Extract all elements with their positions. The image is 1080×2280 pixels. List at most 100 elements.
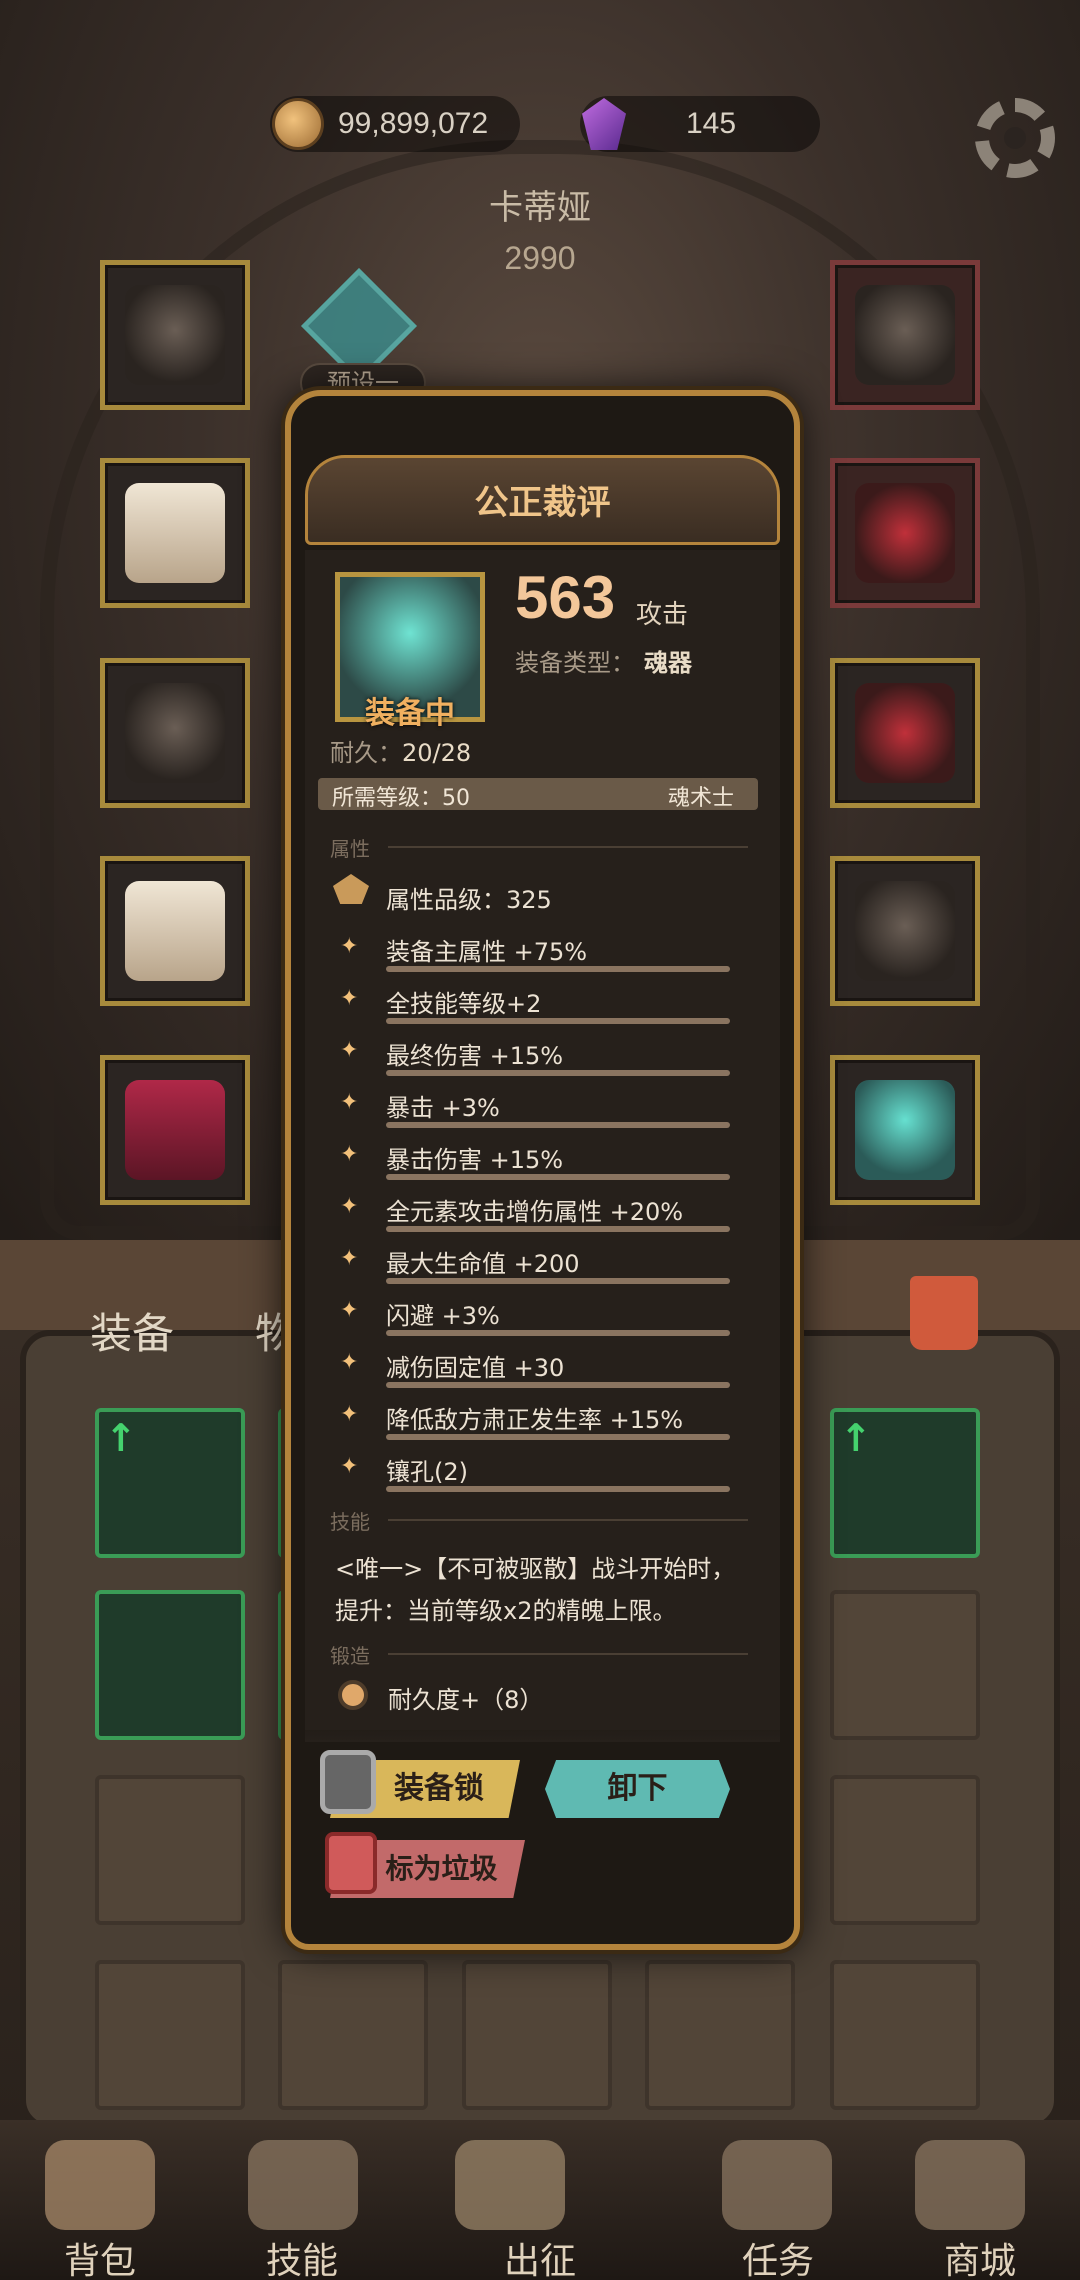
durability: 耐久：20/28 — [330, 733, 471, 768]
inventory-slot[interactable] — [462, 1960, 612, 2110]
scroll-fade — [305, 1712, 780, 1742]
attribute-row: ✦ 全元素攻击增伤属性 +20% — [340, 1192, 760, 1244]
attribute-text: 最终伤害 +15% — [386, 1042, 564, 1070]
star-icon: ✦ — [340, 1090, 359, 1115]
gold-counter[interactable]: 99,899,072 — [270, 96, 520, 152]
attribute-row: ✦ 装备主属性 +75% — [340, 932, 760, 984]
divider — [388, 1653, 748, 1655]
attribute-bar — [386, 1018, 730, 1024]
inventory-slot[interactable] — [830, 1960, 980, 2110]
skills-icon — [248, 2140, 358, 2230]
equip-slot-amulet[interactable] — [830, 260, 980, 410]
attribute-row: ✦ 暴击伤害 +15% — [340, 1140, 760, 1192]
shop-icon — [915, 2140, 1025, 2230]
item-type-value: 魂器 — [644, 649, 692, 677]
gem-counter[interactable]: 145 — [580, 96, 820, 152]
attribute-bar — [386, 966, 730, 972]
tab-equipment[interactable]: 装备 — [90, 1300, 174, 1361]
attribute-text: 镶孔(2) — [386, 1458, 468, 1486]
attribute-grade: 属性品级：325 — [386, 886, 552, 914]
coin-icon — [272, 98, 324, 150]
section-forge: 锻造 — [330, 1644, 370, 1668]
bracelet-icon — [855, 683, 955, 783]
star-icon: ✦ — [340, 1038, 359, 1063]
lock-icon — [320, 1750, 376, 1814]
attribute-bar — [386, 1486, 730, 1492]
gloves-icon — [125, 683, 225, 783]
inventory-slot[interactable] — [95, 1775, 245, 1925]
section-attributes: 属性 — [330, 837, 370, 861]
attribute-bar — [386, 1278, 730, 1284]
required-level: 所需等级：50 — [332, 786, 470, 811]
attribute-bar — [386, 1434, 730, 1440]
star-icon: ✦ — [340, 1298, 359, 1323]
inventory-slot[interactable] — [95, 1590, 245, 1740]
equip-slot-weapon[interactable] — [830, 856, 980, 1006]
star-icon: ✦ — [340, 1454, 359, 1479]
required-class: 魂术士 — [668, 786, 735, 811]
divider — [388, 1519, 748, 1521]
gear-icon[interactable] — [975, 98, 1055, 178]
attribute-row: ✦ 镶孔(2) — [340, 1452, 760, 1504]
equip-slot-gloves[interactable] — [100, 658, 250, 808]
inventory-slot[interactable] — [830, 1590, 980, 1740]
gem-value: 145 — [686, 107, 737, 140]
attribute-text: 暴击 +3% — [386, 1094, 500, 1122]
nav-bag[interactable]: 背包 — [30, 2232, 170, 2280]
attribute-bar — [386, 1382, 730, 1388]
inventory-slot[interactable]: ↑ — [95, 1408, 245, 1558]
star-icon: ✦ — [340, 934, 359, 959]
weapon-icon — [855, 881, 955, 981]
amulet-icon — [855, 285, 955, 385]
armor-icon — [125, 483, 225, 583]
star-icon: ✦ — [340, 1350, 359, 1375]
quests-icon — [722, 2140, 832, 2230]
attribute-row: ✦ 暴击 +3% — [340, 1088, 760, 1140]
attribute-text: 闪避 +3% — [386, 1302, 500, 1330]
nav-skills[interactable]: 技能 — [232, 2232, 372, 2280]
equip-slot-ring[interactable] — [830, 458, 980, 608]
equipped-label: 装备中 — [365, 696, 455, 731]
star-icon: ✦ — [340, 1142, 359, 1167]
attribute-text: 装备主属性 +75% — [386, 938, 588, 966]
attribute-row: ✦ 闪避 +3% — [340, 1296, 760, 1348]
attribute-text: 暴击伤害 +15% — [386, 1146, 564, 1174]
nav-expedition[interactable]: 出征 — [470, 2232, 610, 2280]
gold-value: 99,899,072 — [338, 107, 489, 140]
attribute-bar — [386, 1122, 730, 1128]
helmet-icon — [125, 285, 225, 385]
equip-slot-helmet[interactable] — [100, 260, 250, 410]
inventory-slot[interactable] — [830, 1775, 980, 1925]
attribute-row: ✦ 最大生命值 +200 — [340, 1244, 760, 1296]
inventory-slot[interactable] — [278, 1960, 428, 2110]
attribute-bar — [386, 1226, 730, 1232]
inventory-slot[interactable]: ↑ — [830, 1408, 980, 1558]
attribute-row: ✦ 全技能等级+2 — [340, 984, 760, 1036]
unequip-button[interactable]: 卸下 — [545, 1760, 730, 1818]
equip-slot-bracelet[interactable] — [830, 658, 980, 808]
boots-icon — [125, 1080, 225, 1180]
inventory-slot[interactable] — [95, 1960, 245, 2110]
divider — [388, 846, 748, 848]
equip-slot-armor[interactable] — [100, 458, 250, 608]
star-icon: ✦ — [340, 1402, 359, 1427]
equip-slot-soul[interactable] — [830, 1055, 980, 1205]
star-icon: ✦ — [340, 986, 359, 1011]
forge-bullet-icon — [338, 1680, 368, 1710]
section-skill: 技能 — [330, 1510, 370, 1534]
nav-shop[interactable]: 商城 — [910, 2232, 1050, 2280]
item-type-label: 装备类型： — [515, 649, 635, 677]
equip-slot-boots[interactable] — [100, 1055, 250, 1205]
attribute-bar — [386, 1174, 730, 1180]
nav-quests[interactable]: 任务 — [708, 2232, 848, 2280]
attribute-row: ✦ 降低敌方肃正发生率 +15% — [340, 1400, 760, 1452]
durability-label: 耐久： — [330, 739, 402, 767]
resource-bar: 99,899,072 145 — [0, 80, 1080, 178]
attack-unit: 攻击 — [636, 600, 689, 630]
skill-description: <唯一>【不可被驱散】战斗开始时，提升：当前等级x2的精魄上限。 — [335, 1555, 736, 1625]
inventory-slot[interactable] — [645, 1960, 795, 2110]
equip-slot-pants[interactable] — [100, 856, 250, 1006]
attribute-row: ✦ 最终伤害 +15% — [340, 1036, 760, 1088]
trash-icon[interactable] — [910, 1276, 978, 1350]
pants-icon — [125, 881, 225, 981]
